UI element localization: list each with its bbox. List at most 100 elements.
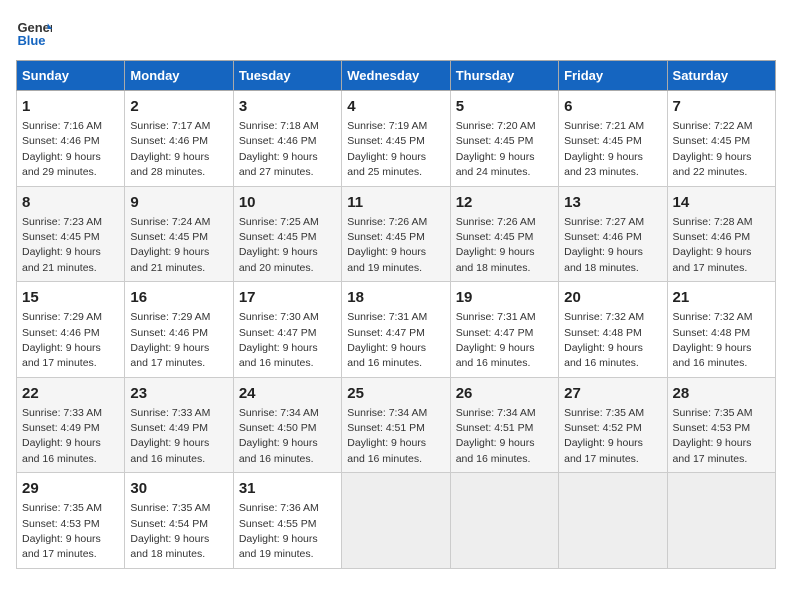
day-cell: 29 Sunrise: 7:35 AM Sunset: 4:53 PM Dayli… (17, 473, 125, 569)
day-cell (450, 473, 558, 569)
day-cell: 9 Sunrise: 7:24 AM Sunset: 4:45 PM Daylig… (125, 186, 233, 282)
day-cell: 3Sunrise: 7:18 AM Sunset: 4:46 PM Daylig… (233, 91, 341, 187)
day-number: 27 (564, 383, 661, 404)
day-info: Sunrise: 7:28 AM Sunset: 4:46 PM Dayligh… (673, 216, 753, 274)
day-info: Sunrise: 7:17 AM Sunset: 4:46 PM Dayligh… (130, 120, 210, 178)
calendar-table: SundayMondayTuesdayWednesdayThursdayFrid… (16, 60, 776, 569)
day-number: 3 (239, 96, 336, 117)
day-cell: 11 Sunrise: 7:26 AM Sunset: 4:45 PM Dayli… (342, 186, 450, 282)
day-cell: 12 Sunrise: 7:26 AM Sunset: 4:45 PM Dayli… (450, 186, 558, 282)
day-number: 12 (456, 192, 553, 213)
day-cell: 25 Sunrise: 7:34 AM Sunset: 4:51 PM Dayli… (342, 377, 450, 473)
col-header-sunday: Sunday (17, 61, 125, 91)
day-info: Sunrise: 7:27 AM Sunset: 4:46 PM Dayligh… (564, 216, 644, 274)
day-number: 26 (456, 383, 553, 404)
week-row-4: 22Sunrise: 7:33 AM Sunset: 4:49 PM Dayli… (17, 377, 776, 473)
day-cell: 7 Sunrise: 7:22 AM Sunset: 4:45 PM Daylig… (667, 91, 775, 187)
day-info: Sunrise: 7:34 AM Sunset: 4:50 PM Dayligh… (239, 407, 319, 465)
week-row-2: 8 Sunrise: 7:23 AM Sunset: 4:45 PM Daylig… (17, 186, 776, 282)
logo-icon: General Blue (16, 16, 52, 52)
day-info: Sunrise: 7:24 AM Sunset: 4:45 PM Dayligh… (130, 216, 210, 274)
day-number: 17 (239, 287, 336, 308)
day-number: 30 (130, 478, 227, 499)
col-header-friday: Friday (559, 61, 667, 91)
day-cell: 21Sunrise: 7:32 AM Sunset: 4:48 PM Dayli… (667, 282, 775, 378)
day-info: Sunrise: 7:26 AM Sunset: 4:45 PM Dayligh… (347, 216, 427, 274)
day-info: Sunrise: 7:29 AM Sunset: 4:46 PM Dayligh… (130, 311, 210, 369)
day-cell: 22Sunrise: 7:33 AM Sunset: 4:49 PM Dayli… (17, 377, 125, 473)
day-number: 6 (564, 96, 661, 117)
day-number: 21 (673, 287, 770, 308)
day-cell: 28 Sunrise: 7:35 AM Sunset: 4:53 PM Dayli… (667, 377, 775, 473)
day-info: Sunrise: 7:35 AM Sunset: 4:54 PM Dayligh… (130, 502, 210, 560)
day-number: 31 (239, 478, 336, 499)
col-header-tuesday: Tuesday (233, 61, 341, 91)
day-number: 2 (130, 96, 227, 117)
day-cell: 17 Sunrise: 7:30 AM Sunset: 4:47 PM Dayli… (233, 282, 341, 378)
day-number: 9 (130, 192, 227, 213)
day-cell (342, 473, 450, 569)
day-number: 10 (239, 192, 336, 213)
day-number: 14 (673, 192, 770, 213)
day-info: Sunrise: 7:32 AM Sunset: 4:48 PM Dayligh… (564, 311, 644, 369)
day-info: Sunrise: 7:34 AM Sunset: 4:51 PM Dayligh… (347, 407, 427, 465)
day-info: Sunrise: 7:30 AM Sunset: 4:47 PM Dayligh… (239, 311, 319, 369)
day-number: 28 (673, 383, 770, 404)
day-cell: 30 Sunrise: 7:35 AM Sunset: 4:54 PM Dayli… (125, 473, 233, 569)
day-info: Sunrise: 7:22 AM Sunset: 4:45 PM Dayligh… (673, 120, 753, 178)
col-header-monday: Monday (125, 61, 233, 91)
day-cell: 4Sunrise: 7:19 AM Sunset: 4:45 PM Daylig… (342, 91, 450, 187)
day-info: Sunrise: 7:35 AM Sunset: 4:53 PM Dayligh… (673, 407, 753, 465)
day-cell: 16 Sunrise: 7:29 AM Sunset: 4:46 PM Dayli… (125, 282, 233, 378)
day-cell: 2 Sunrise: 7:17 AM Sunset: 4:46 PM Daylig… (125, 91, 233, 187)
day-cell: 18 Sunrise: 7:31 AM Sunset: 4:47 PM Dayli… (342, 282, 450, 378)
header: General Blue (16, 16, 776, 52)
day-cell (559, 473, 667, 569)
day-number: 1 (22, 96, 119, 117)
col-header-saturday: Saturday (667, 61, 775, 91)
day-info: Sunrise: 7:23 AM Sunset: 4:45 PM Dayligh… (22, 216, 102, 274)
day-cell: 23Sunrise: 7:33 AM Sunset: 4:49 PM Dayli… (125, 377, 233, 473)
day-cell: 5 Sunrise: 7:20 AM Sunset: 4:45 PM Daylig… (450, 91, 558, 187)
day-number: 8 (22, 192, 119, 213)
day-info: Sunrise: 7:31 AM Sunset: 4:47 PM Dayligh… (347, 311, 427, 369)
day-info: Sunrise: 7:26 AM Sunset: 4:45 PM Dayligh… (456, 216, 536, 274)
day-number: 29 (22, 478, 119, 499)
day-cell: 10 Sunrise: 7:25 AM Sunset: 4:45 PM Dayli… (233, 186, 341, 282)
day-info: Sunrise: 7:25 AM Sunset: 4:45 PM Dayligh… (239, 216, 319, 274)
day-cell: 27 Sunrise: 7:35 AM Sunset: 4:52 PM Dayli… (559, 377, 667, 473)
day-cell: 14 Sunrise: 7:28 AM Sunset: 4:46 PM Dayli… (667, 186, 775, 282)
day-number: 5 (456, 96, 553, 117)
logo: General Blue (16, 16, 52, 52)
day-cell: 31 Sunrise: 7:36 AM Sunset: 4:55 PM Dayli… (233, 473, 341, 569)
day-info: Sunrise: 7:36 AM Sunset: 4:55 PM Dayligh… (239, 502, 319, 560)
col-header-thursday: Thursday (450, 61, 558, 91)
day-number: 7 (673, 96, 770, 117)
svg-text:Blue: Blue (17, 33, 45, 48)
day-info: Sunrise: 7:35 AM Sunset: 4:52 PM Dayligh… (564, 407, 644, 465)
day-cell: 6 Sunrise: 7:21 AM Sunset: 4:45 PM Daylig… (559, 91, 667, 187)
day-number: 15 (22, 287, 119, 308)
day-cell: 19 Sunrise: 7:31 AM Sunset: 4:47 PM Dayli… (450, 282, 558, 378)
day-info: Sunrise: 7:20 AM Sunset: 4:45 PM Dayligh… (456, 120, 536, 178)
day-number: 25 (347, 383, 444, 404)
day-info: Sunrise: 7:33 AM Sunset: 4:49 PM Dayligh… (130, 407, 210, 465)
day-number: 16 (130, 287, 227, 308)
day-number: 11 (347, 192, 444, 213)
day-cell: 8 Sunrise: 7:23 AM Sunset: 4:45 PM Daylig… (17, 186, 125, 282)
day-info: Sunrise: 7:31 AM Sunset: 4:47 PM Dayligh… (456, 311, 536, 369)
day-number: 19 (456, 287, 553, 308)
week-row-3: 15 Sunrise: 7:29 AM Sunset: 4:46 PM Dayli… (17, 282, 776, 378)
day-cell: 26Sunrise: 7:34 AM Sunset: 4:51 PM Dayli… (450, 377, 558, 473)
day-info: Sunrise: 7:33 AM Sunset: 4:49 PM Dayligh… (22, 407, 102, 465)
day-number: 18 (347, 287, 444, 308)
day-info: Sunrise: 7:21 AM Sunset: 4:45 PM Dayligh… (564, 120, 644, 178)
day-cell: 15 Sunrise: 7:29 AM Sunset: 4:46 PM Dayli… (17, 282, 125, 378)
day-info: Sunrise: 7:35 AM Sunset: 4:53 PM Dayligh… (22, 502, 102, 560)
week-row-5: 29 Sunrise: 7:35 AM Sunset: 4:53 PM Dayli… (17, 473, 776, 569)
day-cell: 20 Sunrise: 7:32 AM Sunset: 4:48 PM Dayli… (559, 282, 667, 378)
day-number: 4 (347, 96, 444, 117)
day-number: 20 (564, 287, 661, 308)
day-cell: 24Sunrise: 7:34 AM Sunset: 4:50 PM Dayli… (233, 377, 341, 473)
day-info: Sunrise: 7:29 AM Sunset: 4:46 PM Dayligh… (22, 311, 102, 369)
